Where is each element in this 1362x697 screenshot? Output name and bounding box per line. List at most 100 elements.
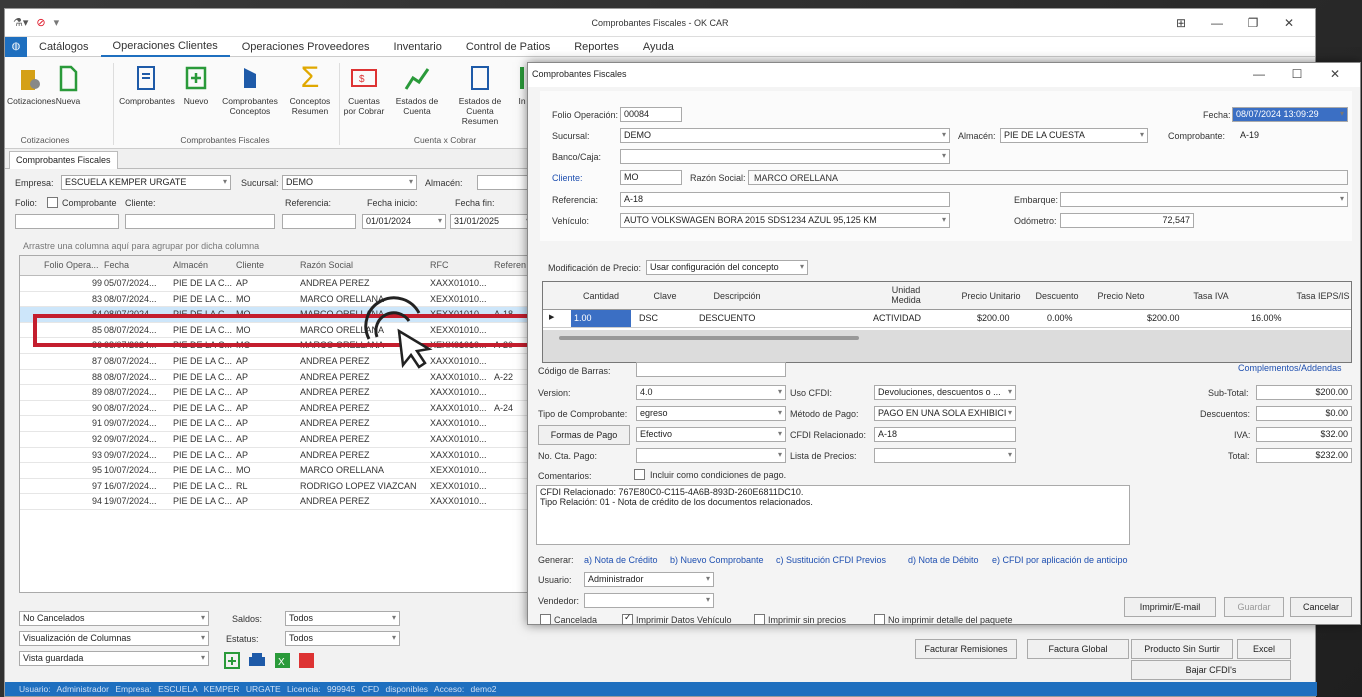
dialog-close-button[interactable]: ✕: [1316, 67, 1354, 81]
excel-icon[interactable]: X: [275, 653, 290, 668]
comprobantes-button[interactable]: Comprobantes: [115, 63, 179, 106]
producto-sin-surtir-button[interactable]: Producto Sin Surtir: [1131, 639, 1233, 659]
folio-field[interactable]: 00084: [620, 107, 682, 122]
col-razon-social[interactable]: Razón Social: [300, 260, 353, 270]
tab-comprobantes-fiscales[interactable]: Comprobantes Fiscales: [9, 151, 118, 169]
vehiculo-field[interactable]: AUTO VOLKSWAGEN BORA 2015 SDS1234 AZUL 9…: [620, 213, 950, 228]
app-logo-icon[interactable]: ◍: [5, 36, 27, 57]
cliente-label[interactable]: Cliente:: [552, 173, 583, 183]
menu-operaciones-proveedores[interactable]: Operaciones Proveedores: [230, 41, 382, 53]
cancelados-select[interactable]: No Cancelados: [19, 611, 209, 626]
cantidad-cell[interactable]: 1.00: [571, 310, 631, 327]
menu-control-patios[interactable]: Control de Patios: [454, 41, 562, 53]
fecha-fin-picker[interactable]: 31/01/2025: [450, 214, 534, 229]
table-row[interactable]: 92 09/07/2024... PIE DE LA C... AP ANDREA PE…: [20, 432, 558, 448]
cta-pago-select[interactable]: [636, 448, 786, 463]
layout-icon[interactable]: ⊞: [1163, 16, 1199, 30]
cancelar-button[interactable]: Cancelar: [1290, 597, 1352, 617]
table-row[interactable]: 99 05/07/2024... PIE DE LA C... AP ANDREA PE…: [20, 276, 558, 292]
imprimir-email-button[interactable]: Imprimir/E-mail: [1124, 597, 1216, 617]
table-row[interactable]: 91 09/07/2024... PIE DE LA C... AP ANDREA PE…: [20, 416, 558, 432]
nota-debito-link[interactable]: d) Nota de Débito: [908, 555, 979, 565]
sucursal-field[interactable]: DEMO: [620, 128, 950, 143]
col-unidad[interactable]: Unidad Medida: [879, 285, 933, 305]
table-row[interactable]: 93 09/07/2024... PIE DE LA C... AP ANDREA PE…: [20, 448, 558, 464]
formas-pago-button[interactable]: Formas de Pago: [538, 425, 630, 445]
close-button[interactable]: ✕: [1271, 16, 1307, 30]
cliente-field[interactable]: MO: [620, 170, 682, 185]
barcode-input[interactable]: [636, 362, 786, 377]
col-tasa-iva[interactable]: Tasa IVA: [1191, 291, 1231, 301]
estados-cuenta-button[interactable]: Estados de Cuenta: [389, 63, 445, 116]
col-referencia[interactable]: Referen: [494, 260, 526, 270]
col-precio-neto[interactable]: Precio Neto: [1091, 291, 1151, 301]
incluir-checkbox[interactable]: [634, 469, 645, 480]
cancelada-checkbox[interactable]: [540, 614, 551, 625]
table-row[interactable]: 88 08/07/2024... PIE DE LA C... AP ANDREA PE…: [20, 370, 558, 386]
cliente-input[interactable]: [125, 214, 275, 229]
estatus-select[interactable]: Todos: [285, 631, 400, 646]
horizontal-scrollbar[interactable]: [559, 336, 859, 340]
menu-reportes[interactable]: Reportes: [562, 41, 631, 53]
comprobantes-conceptos-button[interactable]: Comprobantes Conceptos: [215, 63, 285, 116]
vista-select[interactable]: Vista guardada: [19, 651, 209, 666]
no-detalle-checkbox[interactable]: [874, 614, 885, 625]
sucursal-select[interactable]: DEMO: [282, 175, 417, 190]
banco-select[interactable]: [620, 149, 950, 164]
precio-unitario-cell[interactable]: $200.00: [977, 313, 1010, 323]
nuevo-comprobante-button[interactable]: Nuevo: [179, 63, 213, 106]
folio-input[interactable]: [15, 214, 119, 229]
menu-operaciones-clientes[interactable]: Operaciones Clientes: [100, 37, 230, 57]
complementos-link[interactable]: Complementos/Addendas: [1238, 363, 1342, 373]
stop-icon[interactable]: ⊘: [36, 16, 45, 29]
bajar-cfdis-button[interactable]: Bajar CFDI's: [1131, 660, 1291, 680]
table-row[interactable]: 94 19/07/2024... PIE DE LA C... AP ANDREA PE…: [20, 494, 558, 510]
vendedor-select[interactable]: [584, 593, 714, 608]
sustitucion-link[interactable]: c) Sustitución CFDI Previos: [776, 555, 886, 565]
table-row[interactable]: 87 08/07/2024... PIE DE LA C... AP ANDREA PE…: [20, 354, 558, 370]
minimize-button[interactable]: —: [1199, 16, 1235, 30]
cotizaciones-button[interactable]: Cotizaciones: [7, 63, 56, 106]
estados-cuenta-resumen-button[interactable]: Estados de Cuenta Resumen: [447, 63, 513, 126]
table-row[interactable]: 95 10/07/2024... PIE DE LA C... MO MARCO ORE…: [20, 463, 558, 479]
referencia-field[interactable]: A-18: [620, 192, 950, 207]
unidad-cell[interactable]: ACTIVIDAD: [873, 313, 921, 323]
tipo-select[interactable]: egreso: [636, 406, 786, 421]
quick-access-icon[interactable]: ⚗▾: [13, 16, 28, 29]
restore-button[interactable]: ❐: [1235, 16, 1271, 30]
imprimir-vehiculo-checkbox[interactable]: ✓: [622, 612, 633, 625]
descuento-cell[interactable]: 0.00%: [1047, 313, 1073, 323]
comentarios-textarea[interactable]: CFDI Relacionado: 767E80C0-C115-4A6B-893…: [536, 485, 1130, 545]
cfdi-rel-field[interactable]: A-18: [874, 427, 1016, 442]
precio-neto-cell[interactable]: $200.00: [1147, 313, 1180, 323]
embarque-select[interactable]: [1060, 192, 1348, 207]
clave-cell[interactable]: DSC: [639, 313, 658, 323]
concepto-row[interactable]: ▶ 1.00 DSC DESCUENTO ACTIVIDAD $200.00 0…: [543, 310, 1351, 328]
table-row[interactable]: 83 08/07/2024... PIE DE LA C... MO MARCO ORE…: [20, 292, 558, 308]
fecha-field[interactable]: 08/07/2024 13:09:29: [1232, 107, 1348, 122]
comprobante-checkbox[interactable]: [47, 197, 58, 208]
col-descripcion[interactable]: Descripción: [707, 291, 767, 301]
col-folio[interactable]: Folio Opera...: [44, 260, 99, 270]
descripcion-cell[interactable]: DESCUENTO: [699, 313, 755, 323]
uso-cfdi-select[interactable]: Devoluciones, descuentos o ...: [874, 385, 1016, 400]
menu-catalogos[interactable]: Catálogos: [27, 41, 101, 53]
anticipo-link[interactable]: e) CFDI por aplicación de anticipo: [992, 555, 1128, 565]
col-cliente[interactable]: Cliente: [236, 260, 264, 270]
col-tasa-ieps[interactable]: Tasa IEPS/IS: [1288, 291, 1358, 301]
lista-precios-select[interactable]: [874, 448, 1016, 463]
facturar-remisiones-button[interactable]: Facturar Remisiones: [915, 639, 1017, 659]
metodo-select[interactable]: PAGO EN UNA SOLA EXHIBICI: [874, 406, 1016, 421]
col-descuento[interactable]: Descuento: [1029, 291, 1085, 301]
fecha-inicio-picker[interactable]: 01/01/2024: [362, 214, 446, 229]
dialog-maximize-button[interactable]: ☐: [1278, 67, 1316, 81]
guardar-button[interactable]: Guardar: [1224, 597, 1284, 617]
columnas-select[interactable]: Visualización de Columnas: [19, 631, 209, 646]
col-clave[interactable]: Clave: [647, 291, 683, 301]
print-icon[interactable]: [249, 653, 265, 666]
add-icon[interactable]: [224, 652, 240, 669]
menu-ayuda[interactable]: Ayuda: [631, 41, 686, 53]
table-row[interactable]: 97 16/07/2024... PIE DE LA C... RL RODRIGO L…: [20, 479, 558, 495]
referencia-input[interactable]: [282, 214, 356, 229]
tasa-iva-cell[interactable]: 16.00%: [1251, 313, 1282, 323]
